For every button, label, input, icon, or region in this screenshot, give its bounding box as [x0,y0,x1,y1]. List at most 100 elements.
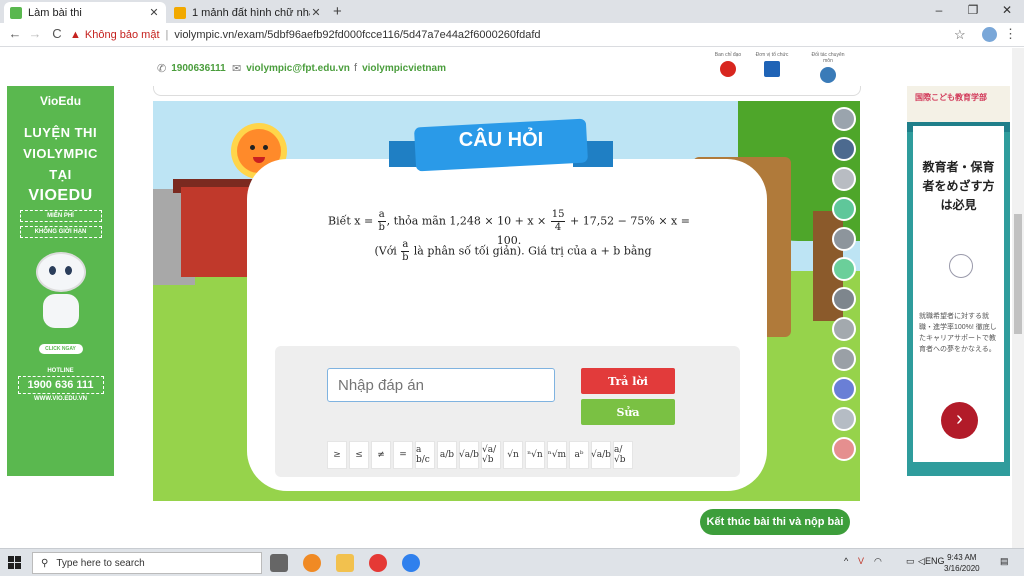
sponsor-organizer: Đơn vị tổ chức [750,52,794,77]
math-symbol-toolbar: ≥ ≤ ≠ = a b/c a/b √a/b √a/√b √n ⁿ√n ⁿ√m … [327,441,633,469]
language-indicator[interactable]: ENG [925,556,945,566]
maximize-button[interactable]: ❐ [958,3,988,17]
symbol-leq-button[interactable]: ≤ [349,441,369,469]
quiz-stage: CÂU HỎI Biết x = ab, thỏa mãn 1,248 × 10… [153,101,860,501]
sponsor-logo [720,61,736,77]
finish-exam-button[interactable]: Kết thúc bài thi và nộp bài [700,509,850,535]
symbol-sqrt-fraction-button[interactable]: √a/b [459,441,479,469]
tab-manh-dat[interactable]: 1 mảnh đất hình chữ nhật có chiề ✕ [168,2,328,23]
answer-input[interactable] [327,368,555,402]
player-avatar[interactable] [832,197,856,221]
player-avatar[interactable] [832,377,856,401]
contact-phone[interactable]: ✆ 1900636111 [157,62,226,75]
scrollbar-thumb[interactable] [1014,214,1022,334]
zalo-icon[interactable] [402,554,420,572]
back-button[interactable]: ← [6,26,24,41]
chrome-icon[interactable] [369,554,387,572]
symbol-fraction-of-sqrts-button[interactable]: √a/√b [481,441,501,469]
submit-answer-button[interactable]: Trả lời [581,368,675,394]
player-avatar[interactable] [832,317,856,341]
player-avatar[interactable] [832,227,856,251]
taskbar-search-box[interactable]: ⚲ Type here to search [32,552,262,574]
player-avatar[interactable] [832,437,856,461]
ad-body-text: 就職希望者に対する就職・進学率100%! 徹底したキャリアサポートで教育者への夢… [919,313,997,353]
search-icon: ⚲ [41,557,49,569]
profile-avatar[interactable] [982,27,997,42]
bookmark-star-icon[interactable]: ☆ [954,27,966,43]
ad-headline: LUYỆN THI VIOLYMPIC TẠI VIOEDU [23,125,98,204]
ad-top-banner: 国際こども教育学部 [907,86,1010,122]
symbol-power-button[interactable]: aᵇ [569,441,589,469]
ad-card: 教育者・保育 者をめざす方 は必見 就職希望者に対する就職・進学率100%! 徹… [913,126,1004,462]
favicon-icon [10,6,22,19]
tray-chevron-icon[interactable]: ^ [844,556,848,566]
question-line-2: (Với ab là phân số tối giản). Giá trị củ… [374,239,652,263]
symbol-a-over-sqrt-button[interactable]: a/√b [613,441,633,469]
symbol-fraction-button[interactable]: a/b [437,441,457,469]
symbol-nth-root-button[interactable]: ⁿ√n [525,441,545,469]
tab-title: 1 mảnh đất hình chữ nhật có chiề [192,6,310,19]
player-avatar[interactable] [832,107,856,131]
tab-lam-bai-thi[interactable]: Làm bài thi ✕ [4,2,166,23]
warning-icon: ▲ [70,29,81,41]
windows-taskbar: ⚲ Type here to search ^ V ◠ ▭ ◁ ENG 9:43… [0,548,1024,576]
contact-email[interactable]: ✉ violympic@fpt.edu.vn [232,62,350,75]
wifi-icon[interactable]: ◠ [874,556,882,567]
click-now-button[interactable]: CLICK NGAY [38,344,83,354]
facebook-icon: f [354,62,358,74]
symbol-equals-button[interactable]: = [393,441,413,469]
contact-facebook[interactable]: f violympicvietnam [354,62,446,74]
player-avatar[interactable] [832,137,856,161]
player-avatar[interactable] [832,167,856,191]
symbol-neq-button[interactable]: ≠ [371,441,391,469]
sponsor-steering: Ban chỉ đạo [706,52,750,77]
content-frame [153,86,861,96]
ad-pill: KHÔNG GIỚI HẠN [19,226,102,238]
taskbar-clock[interactable]: 9:43 AM 3/16/2020 [944,552,980,574]
security-warning[interactable]: ▲ Không bảo mật [70,29,160,41]
new-tab-button[interactable]: + [333,3,342,20]
browser-tab-strip: Làm bài thi ✕ 1 mảnh đất hình chữ nhật c… [0,0,1024,23]
chevron-right-icon[interactable]: › [941,402,978,439]
ad-logo-icon [949,254,973,278]
symbol-mixed-fraction-button[interactable]: a b/c [415,441,435,469]
close-window-button[interactable]: ✕ [992,3,1022,17]
player-avatar-list [832,107,858,467]
close-tab-icon[interactable]: ✕ [310,6,322,19]
edit-answer-button[interactable]: Sửa [581,399,675,425]
symbol-sqrt-over-b-button[interactable]: √a/b [591,441,611,469]
sponsor-partner: Đối tác chuyên môn [806,52,850,83]
mail-icon: ✉ [232,63,242,75]
player-avatar[interactable] [832,287,856,311]
page-scrollbar[interactable] [1012,48,1024,548]
player-avatar[interactable] [832,407,856,431]
vioedu-logo: VioEdu [39,94,82,108]
reload-button[interactable]: C [48,26,66,41]
file-explorer-icon[interactable] [336,554,354,572]
minimize-button[interactable]: – [924,3,954,17]
tray-app-icon[interactable]: V [858,556,864,566]
forward-button[interactable]: → [26,26,44,41]
symbol-sqrt-button[interactable]: √n [503,441,523,469]
menu-kebab-icon[interactable]: ⋮ [1004,26,1017,42]
symbol-nth-root-m-button[interactable]: ⁿ√m [547,441,567,469]
brave-browser-icon[interactable] [303,554,321,572]
tab-title: Làm bài thi [28,6,82,19]
address-bar[interactable]: ▲ Không bảo mật | violympic.vn/exam/5dbf… [70,25,970,45]
player-avatar[interactable] [832,257,856,281]
volume-icon[interactable]: ◁ [918,556,925,567]
right-ad-banner[interactable]: 国際こども教育学部 教育者・保育 者をめざす方 は必見 就職希望者に対する就職・… [907,86,1010,476]
browser-toolbar: ← → C ▲ Không bảo mật | violympic.vn/exa… [0,23,1024,47]
battery-icon[interactable]: ▭ [906,556,915,567]
divider: | [165,29,169,41]
ad-headline: 教育者・保育 者をめざす方 は必見 [922,160,995,212]
task-view-icon[interactable] [270,554,288,572]
windows-start-icon[interactable] [8,556,22,570]
symbol-geq-button[interactable]: ≥ [327,441,347,469]
notification-icon[interactable]: ▤ [1000,556,1009,567]
left-ad-banner[interactable]: VioEdu LUYỆN THI VIOLYMPIC TẠI VIOEDU MI… [7,86,114,476]
site-header: ✆ 1900636111 ✉ violympic@fpt.edu.vn f vi… [0,48,1024,86]
close-tab-icon[interactable]: ✕ [148,6,160,19]
fraction-a-over-b: ab [377,209,386,233]
player-avatar[interactable] [832,347,856,371]
